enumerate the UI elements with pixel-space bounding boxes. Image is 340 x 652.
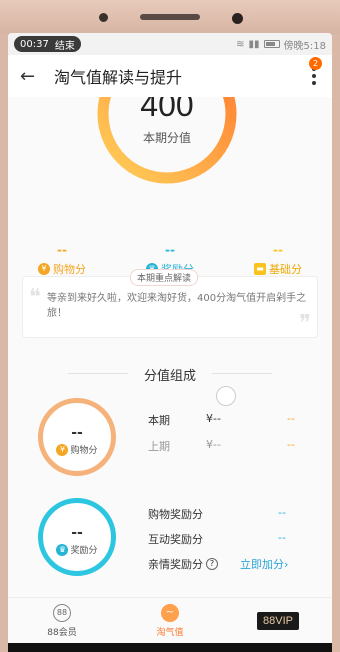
reward-label: 购物奖励分 — [148, 508, 203, 521]
bottom-tab-bar: 88 88会员 ~ 淘气值 88VIP — [8, 597, 332, 643]
earpiece — [140, 14, 200, 20]
wifi-icon: ≋ — [236, 38, 245, 50]
highlight-text: 等亲到来好久啦，欢迎来淘好货，400分淘气值开启剁手之旅！ — [47, 293, 307, 319]
trophy-icon: ♛ — [56, 543, 69, 556]
quote-open-icon: ❝ — [29, 285, 41, 310]
category-base[interactable]: -- ▬ 基础分 — [228, 243, 328, 277]
back-arrow-icon[interactable]: ← — [20, 66, 46, 87]
category-label: 购物分 — [53, 263, 86, 276]
phone-bezel — [0, 0, 340, 34]
category-value: -- — [165, 243, 175, 257]
add-points-link[interactable]: 立即加分 — [240, 556, 284, 572]
reward-ring[interactable]: -- ♛ 奖励分 — [38, 498, 116, 576]
coin-icon: ¥ — [38, 263, 50, 275]
period-label: 上期 — [148, 440, 170, 453]
highlight-tag: 本期重点解读 — [130, 269, 199, 286]
score-value: -- — [287, 412, 295, 425]
help-icon[interactable]: ? — [206, 558, 218, 570]
chevron-right-icon: › — [284, 557, 289, 571]
tab-label: 淘气值 — [156, 627, 184, 638]
tab-taoqi-value[interactable]: ~ 淘气值 — [116, 598, 224, 643]
tab-88-member[interactable]: 88 88会员 — [8, 598, 116, 643]
signal-icon: ▮▮ — [248, 38, 260, 50]
ring-value: -- — [71, 425, 83, 441]
coin-icon: ¥ — [56, 443, 69, 456]
category-shopping[interactable]: -- ¥ 购物分 — [12, 243, 112, 277]
table-row: 购物奖励分 -- — [148, 506, 296, 522]
table-row: 亲情奖励分 ? 立即加分 › — [148, 556, 288, 572]
reward-label: 亲情奖励分 — [148, 558, 203, 571]
status-clock: 傍晚5:18 — [283, 40, 326, 52]
card-icon: ▬ — [254, 263, 266, 275]
category-label: 基础分 — [269, 263, 302, 276]
reward-value: -- — [278, 506, 286, 519]
table-row: 互动奖励分 -- — [148, 531, 296, 547]
period-label: 本期 — [148, 414, 170, 427]
category-value: -- — [57, 243, 67, 257]
table-row: 上期 ¥-- -- — [148, 438, 306, 454]
sensor-icon — [99, 13, 108, 22]
highlight-card: 本期重点解读 ❝ 等亲到来好久啦，欢迎来淘好货，400分淘气值开启剁手之旅！ ❞ — [22, 269, 318, 338]
system-nav-bar — [8, 643, 332, 652]
ring-label: 购物分 — [70, 446, 98, 456]
end-call-label: 结束 — [54, 40, 75, 52]
front-camera-icon — [232, 13, 243, 24]
trend-icon: ~ — [161, 603, 179, 622]
reward-value: -- — [278, 531, 286, 544]
section-title: 分值组成 — [8, 365, 332, 384]
table-row: 本期 ¥-- -- — [148, 412, 306, 428]
status-bar: 00:37 结束 ≋ ▮▮ 傍晚5:18 — [8, 33, 332, 55]
loading-spinner — [216, 386, 236, 406]
amount-value: ¥-- — [206, 412, 221, 425]
category-value: -- — [273, 243, 283, 257]
content: 400 本期分值 -- ¥购物分 -- ♛奖励分 -- ▬基础分 本期重点解读 … — [8, 97, 332, 597]
member-88-icon: 88 — [53, 603, 71, 622]
quote-close-icon: ❞ — [299, 311, 311, 336]
page-title: 淘气值解读与提升 — [54, 68, 183, 87]
nav-bar: ← 淘气值解读与提升 2 — [8, 55, 332, 97]
status-time: 00:37 — [20, 38, 49, 50]
score-value: 400 — [140, 97, 194, 123]
amount-value: ¥-- — [206, 438, 221, 451]
tab-label: 88会员 — [47, 627, 77, 638]
app-screen: 00:37 结束 ≋ ▮▮ 傍晚5:18 ← 淘气值解读与提升 2 400 本期… — [8, 33, 332, 643]
notification-badge: 2 — [309, 57, 322, 70]
ring-label: 奖励分 — [70, 546, 98, 556]
score-label: 本期分值 — [142, 131, 191, 145]
shopping-ring[interactable]: -- ¥ 购物分 — [38, 398, 116, 476]
score-gauge: 400 本期分值 — [93, 97, 241, 189]
call-pill[interactable]: 00:37 结束 — [14, 36, 81, 52]
tab-88vip[interactable]: 88VIP — [224, 598, 332, 643]
ring-value: -- — [71, 525, 83, 541]
status-icons: ≋ ▮▮ 傍晚5:18 — [236, 37, 326, 52]
reward-label: 互动奖励分 — [148, 533, 203, 546]
battery-icon — [263, 40, 280, 48]
score-value: -- — [287, 438, 295, 451]
vip-badge: 88VIP — [257, 611, 299, 630]
